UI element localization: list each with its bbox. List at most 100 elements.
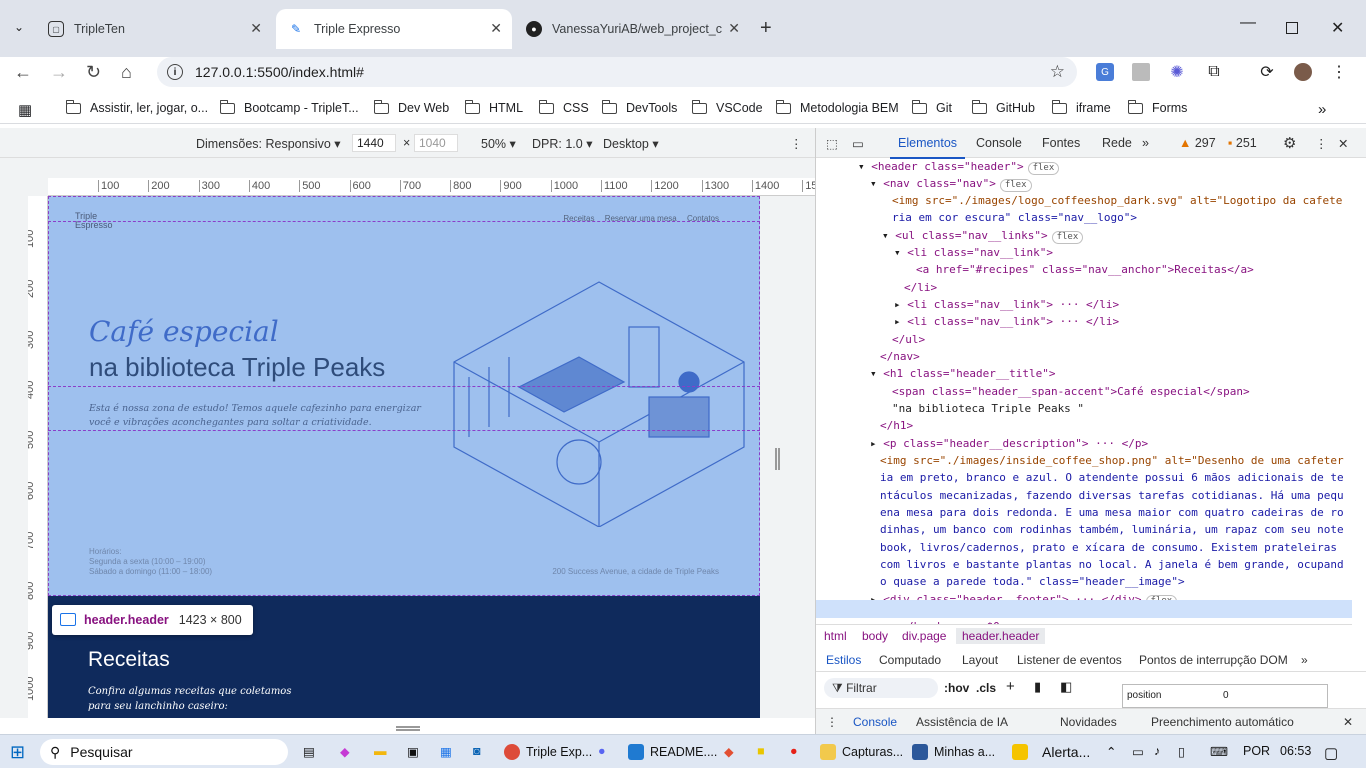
- close-icon[interactable]: ✕: [728, 20, 740, 37]
- battery-icon[interactable]: ▯: [1178, 744, 1185, 759]
- add-rule-icon[interactable]: +: [1006, 678, 1015, 695]
- reload-icon[interactable]: ↻: [86, 62, 101, 83]
- bookmark-folder[interactable]: CSS: [538, 99, 589, 115]
- more-tabs-icon[interactable]: »: [1142, 136, 1149, 150]
- cls-toggle[interactable]: .cls: [976, 681, 996, 695]
- dom-node[interactable]: <span class="header__span-accent">Café e…: [892, 383, 1250, 400]
- taskbar-app-chrome[interactable]: Triple Exp...: [504, 744, 592, 760]
- tab-sources[interactable]: Fontes: [1042, 136, 1080, 150]
- flex-badge[interactable]: flex: [1051, 231, 1084, 244]
- close-icon[interactable]: ✕: [490, 20, 502, 37]
- drawer-menu-icon[interactable]: ⋮: [826, 715, 838, 729]
- dom-node[interactable]: ▾ <h1 class="header__title">: [870, 365, 1055, 382]
- copilot-icon[interactable]: ◆: [340, 744, 350, 759]
- sidebar-toggle-icon[interactable]: ◧: [1060, 679, 1072, 695]
- bookmark-folder[interactable]: Bootcamp - TripleT...: [219, 99, 359, 115]
- flex-badge[interactable]: flex: [999, 179, 1032, 192]
- close-icon[interactable]: ✕: [250, 20, 262, 37]
- flex-badge[interactable]: flex: [1027, 162, 1060, 175]
- tab-triple-expresso[interactable]: ✎ Triple Expresso ✕: [276, 9, 512, 49]
- dom-node[interactable]: "na biblioteca Triple Peaks ": [892, 400, 1084, 417]
- tab-console[interactable]: Console: [976, 136, 1022, 150]
- drawer-tab-news[interactable]: Novidades: [1060, 715, 1117, 729]
- resize-handle-right[interactable]: [775, 448, 780, 470]
- bookmark-star-icon[interactable]: ☆: [1050, 62, 1065, 82]
- tab-tripleten[interactable]: ▢ TripleTen ✕: [36, 9, 272, 49]
- more-tabs-icon[interactable]: »: [1301, 653, 1308, 667]
- menu-icon[interactable]: ⋮: [1330, 63, 1348, 81]
- tab-layout[interactable]: Layout: [962, 653, 998, 667]
- hov-toggle[interactable]: :hov: [944, 681, 969, 695]
- taskbar-app-alert[interactable]: Alerta...: [1012, 744, 1090, 760]
- crumb[interactable]: body: [862, 629, 888, 643]
- puzzle-icon[interactable]: ⧉: [1205, 63, 1223, 81]
- bookmark-folder[interactable]: Git: [911, 99, 952, 115]
- crumb[interactable]: div.page: [902, 629, 946, 643]
- bookmark-folder[interactable]: DevTools: [601, 99, 677, 115]
- dom-node[interactable]: <a href="#recipes" class="nav__anchor">R…: [916, 261, 1254, 278]
- tab-event-listeners[interactable]: Listener de eventos: [1017, 653, 1122, 667]
- close-window-icon[interactable]: ✕: [1331, 18, 1344, 38]
- crumb[interactable]: header.header: [956, 628, 1046, 644]
- inspect-icon[interactable]: ⬚: [826, 136, 838, 151]
- taskbar-search[interactable]: ⚲ Pesquisar: [40, 739, 288, 765]
- settings-gear-icon[interactable]: ⚙: [1283, 134, 1296, 152]
- new-tab-icon[interactable]: +: [760, 17, 772, 40]
- device-toggle-icon[interactable]: ▭: [852, 136, 864, 151]
- gear-extension-icon[interactable]: ✺: [1168, 63, 1186, 81]
- performance-icon[interactable]: ⟳: [1258, 63, 1276, 81]
- tab-computed[interactable]: Computado: [879, 653, 941, 667]
- more-bookmarks-icon[interactable]: »: [1318, 101, 1326, 118]
- tab-dom-breakpoints[interactable]: Pontos de interrupção DOM: [1139, 653, 1288, 667]
- bookmark-folder[interactable]: Forms: [1127, 99, 1187, 115]
- tab-network[interactable]: Rede: [1102, 136, 1132, 150]
- task-view-icon[interactable]: ▤: [303, 744, 315, 759]
- filter-input[interactable]: ⧩ Filtrar: [824, 678, 938, 698]
- dom-node[interactable]: ▾ <ul class="nav__links"> flex: [882, 227, 1084, 244]
- dom-node[interactable]: ▸ <li class="nav__link"> ··· </li>: [894, 313, 1119, 330]
- avatar[interactable]: [1294, 63, 1312, 81]
- tab-github[interactable]: ● VanessaYuriAB/web_project_cof ✕: [514, 9, 750, 49]
- apps-grid-icon[interactable]: ▦: [18, 101, 32, 119]
- home-icon[interactable]: ⌂: [121, 62, 132, 83]
- tab-styles[interactable]: Estilos: [826, 653, 861, 667]
- taskbar-app-word[interactable]: Minhas a...: [912, 744, 995, 760]
- discord-icon[interactable]: ●: [598, 744, 606, 758]
- notifications-icon[interactable]: ▢: [1324, 744, 1338, 762]
- dom-node[interactable]: ▾ <li class="nav__link">: [894, 244, 1053, 261]
- crumb[interactable]: html: [824, 629, 847, 643]
- bookmark-folder[interactable]: VSCode: [691, 99, 763, 115]
- file-explorer-icon[interactable]: ▬: [374, 744, 387, 758]
- outlook-icon[interactable]: ◙: [473, 744, 481, 758]
- windows-start-icon[interactable]: ⊞: [10, 742, 25, 763]
- forward-icon[interactable]: →: [50, 62, 68, 83]
- site-info-icon[interactable]: i: [167, 64, 183, 80]
- tab-search-button[interactable]: ⌄: [14, 20, 24, 34]
- dimensions-dropdown[interactable]: Dimensões: Responsivo ▾: [196, 136, 341, 151]
- clock[interactable]: 06:53: [1280, 744, 1311, 758]
- issues-icon[interactable]: ▪ 251: [1228, 136, 1257, 150]
- dom-node[interactable]: <img src="./images/inside_coffee_shop.pn…: [880, 452, 1344, 469]
- bookmark-folder[interactable]: HTML: [464, 99, 523, 115]
- width-input[interactable]: 1440: [352, 134, 396, 152]
- warning-icon[interactable]: ▲ 297: [1179, 136, 1216, 150]
- drawer-tab-ai[interactable]: Assistência de IA: [916, 715, 1008, 729]
- sticky-notes-icon[interactable]: ■: [757, 744, 765, 758]
- volume-icon[interactable]: ♪: [1154, 744, 1160, 758]
- drawer-tab-console[interactable]: Console: [853, 715, 897, 729]
- keyboard-icon[interactable]: ⌨: [1210, 744, 1228, 759]
- zoom-dropdown[interactable]: 50% ▾: [481, 136, 516, 151]
- mode-dropdown[interactable]: Desktop ▾: [603, 136, 659, 151]
- height-input[interactable]: 1040: [414, 134, 458, 152]
- dpr-dropdown[interactable]: DPR: 1.0 ▾: [532, 136, 592, 151]
- dom-node[interactable]: ▸ <p class="header__description"> ··· </…: [870, 435, 1148, 452]
- bookmark-folder[interactable]: Assistir, ler, jogar, o...: [65, 99, 208, 115]
- youtube-icon[interactable]: ●: [790, 744, 798, 758]
- bookmark-folder[interactable]: iframe: [1051, 99, 1111, 115]
- tab-elements[interactable]: Elementos: [889, 136, 966, 159]
- devtools-menu-icon[interactable]: ⋮: [1315, 136, 1328, 151]
- selected-dom-node[interactable]: ···</header> == $0: [816, 600, 1352, 633]
- close-devtools-icon[interactable]: ✕: [1338, 136, 1348, 151]
- more-options-icon[interactable]: ⋮: [790, 136, 803, 151]
- dom-node[interactable]: ▾ <nav class="nav"> flex: [870, 175, 1032, 192]
